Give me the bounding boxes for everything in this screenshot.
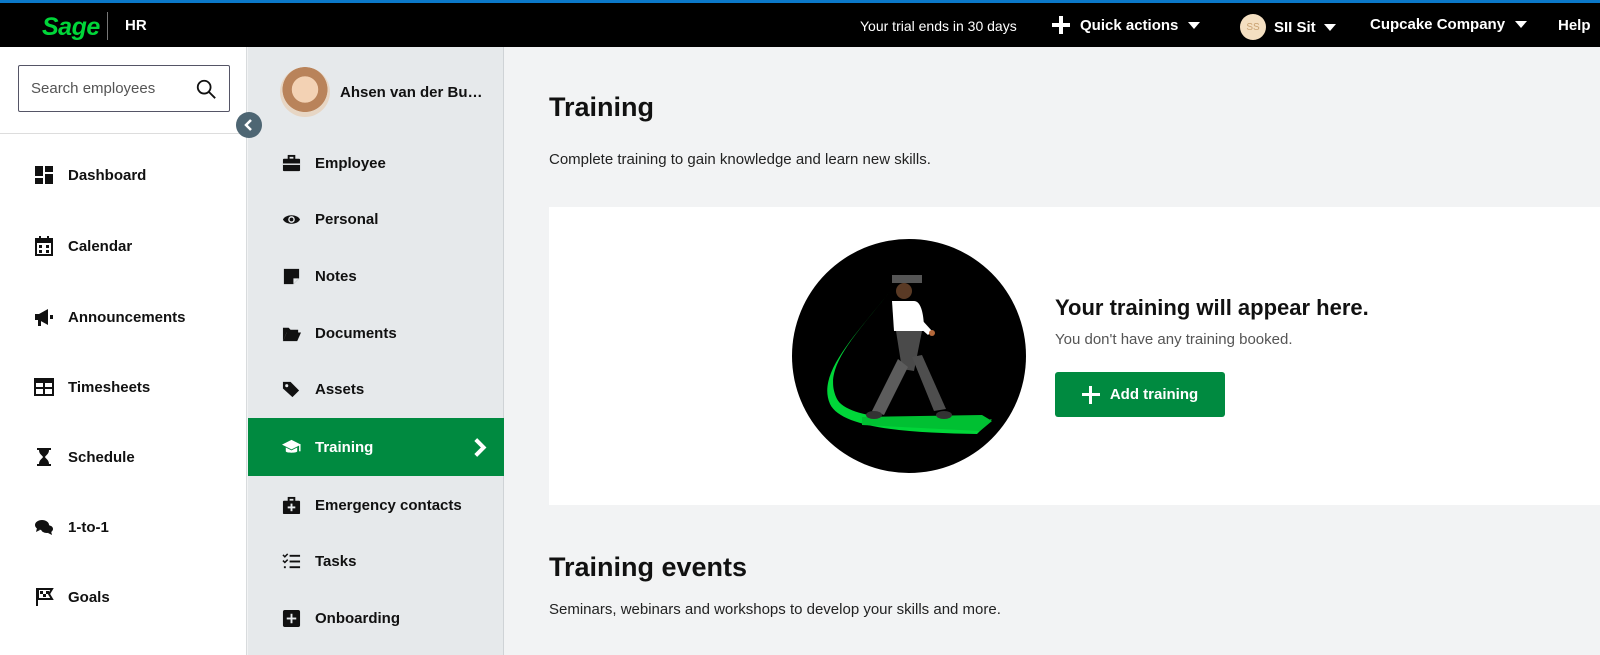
employee-subnav: Ahsen van der Burgh Employee Personal No… (248, 47, 504, 655)
help-link[interactable]: Help (1558, 17, 1591, 34)
add-training-label: Add training (1109, 386, 1199, 403)
subnav-item-onboarding[interactable]: Onboarding (248, 596, 504, 640)
flag-icon (36, 588, 54, 606)
training-events-title: Training events (549, 552, 748, 582)
sidebar-item-timesheets[interactable]: Timesheets (34, 377, 150, 397)
sidebar-item-label: Dashboard (68, 166, 147, 184)
logo-divider (107, 12, 108, 40)
subnav-item-label: Training (315, 438, 374, 456)
chevron-down-icon (1323, 23, 1336, 31)
table-icon (34, 378, 54, 396)
hourglass-icon (37, 448, 51, 466)
main-sidebar: Dashboard Calendar Announcements Timeshe… (0, 47, 247, 655)
avatar (280, 67, 330, 117)
sidebar-item-label: Timesheets (68, 378, 151, 396)
subnav-item-documents[interactable]: Documents (248, 311, 504, 355)
trial-notice: Your trial ends in 30 days (860, 18, 1017, 34)
company-name: Cupcake Company (1370, 16, 1506, 33)
chevron-down-icon (1515, 21, 1528, 28)
sage-logo[interactable]: Sage (42, 13, 100, 42)
empty-state-title: Your training will appear here. (1055, 295, 1369, 320)
divider (0, 133, 247, 134)
sidebar-item-label: Goals (68, 588, 110, 606)
subnav-item-assets[interactable]: Assets (248, 367, 504, 411)
chevron-down-icon (1188, 21, 1201, 29)
chat-icon (35, 520, 53, 535)
training-events-description: Seminars, webinars and workshops to deve… (549, 601, 1001, 618)
subnav-item-emergency-contacts[interactable]: Emergency contacts (248, 483, 504, 527)
sidebar-item-calendar[interactable]: Calendar (34, 236, 132, 256)
subnav-item-label: Documents (315, 324, 397, 342)
subnav-item-employee[interactable]: Employee (248, 141, 504, 185)
subnav-item-label: Assets (315, 380, 365, 398)
sidebar-item-dashboard[interactable]: Dashboard (34, 165, 146, 185)
dashboard-icon (35, 166, 53, 184)
first-aid-icon (282, 496, 301, 514)
sidebar-item-announcements[interactable]: Announcements (34, 307, 186, 327)
employee-header[interactable]: Ahsen van der Burgh (280, 67, 488, 117)
user-name: SII Sit (1274, 18, 1316, 36)
top-bar: Sage HR Your trial ends in 30 days Quick… (0, 0, 1600, 47)
plus-icon (1081, 385, 1100, 404)
subnav-item-label: Employee (315, 154, 386, 172)
quick-actions-button[interactable]: Quick actions (1052, 16, 1201, 34)
subnav-item-label: Personal (315, 210, 379, 228)
sidebar-item-label: Announcements (68, 308, 186, 326)
subnav-item-tasks[interactable]: Tasks (248, 539, 504, 583)
avatar: SS (1240, 14, 1266, 40)
note-icon (283, 268, 300, 284)
sidebar-item-label: 1-to-1 (68, 518, 109, 536)
sidebar-item-label: Calendar (68, 237, 133, 255)
page-description: Complete training to gain knowledge and … (549, 151, 931, 168)
subnav-item-personal[interactable]: Personal (248, 197, 504, 241)
graduation-cap-icon (282, 439, 301, 453)
app-name: HR (125, 17, 147, 34)
eye-icon (282, 214, 301, 224)
walking-person-illustration (792, 239, 1026, 473)
subnav-item-training[interactable]: Training (248, 418, 504, 476)
employee-name: Ahsen van der Burgh (340, 83, 488, 101)
calendar-icon (35, 236, 53, 256)
empty-state-description: You don't have any training booked. (1055, 331, 1293, 348)
checklist-icon (282, 552, 301, 568)
page-title: Training (549, 92, 655, 122)
plus-icon (1052, 16, 1070, 34)
add-training-button[interactable]: Add training (1055, 372, 1225, 417)
search-employees (18, 65, 230, 112)
sidebar-item-label: Schedule (68, 448, 135, 466)
subnav-item-notes[interactable]: Notes (248, 254, 504, 298)
chevron-right-icon (474, 437, 487, 457)
subnav-item-label: Emergency contacts (315, 496, 462, 514)
collapse-sidebar-button[interactable] (236, 112, 262, 138)
user-menu-button[interactable]: SS SII Sit (1240, 14, 1336, 40)
subnav-item-label: Tasks (315, 552, 357, 570)
briefcase-icon (282, 154, 301, 171)
sidebar-item-goals[interactable]: Goals (34, 587, 110, 607)
chevron-left-icon (244, 119, 252, 131)
sidebar-item-1-to-1[interactable]: 1-to-1 (34, 517, 109, 537)
quick-actions-label: Quick actions (1080, 16, 1179, 34)
training-empty-state: Your training will appear here. You don'… (549, 207, 1600, 505)
search-icon[interactable] (195, 78, 217, 100)
subnav-item-label: Onboarding (315, 609, 400, 627)
main-content: Training Complete training to gain knowl… (505, 47, 1600, 655)
folder-icon (282, 327, 301, 341)
sidebar-item-schedule[interactable]: Schedule (34, 447, 135, 467)
search-input[interactable] (31, 80, 191, 97)
plus-square-icon (282, 609, 301, 627)
tags-icon (282, 381, 300, 397)
subnav-item-label: Notes (315, 267, 357, 285)
megaphone-icon (35, 309, 53, 326)
company-switcher[interactable]: Cupcake Company (1370, 16, 1528, 33)
